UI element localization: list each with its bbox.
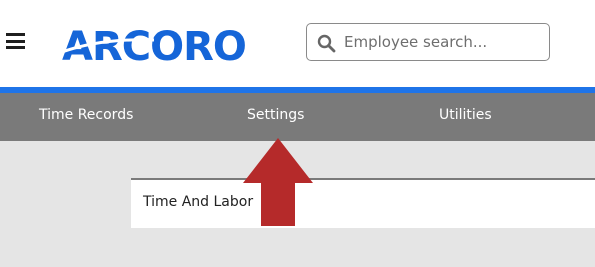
nav-utilities[interactable]: Utilities — [439, 93, 492, 141]
search-icon — [317, 34, 336, 53]
arcoro-logo[interactable]: ARCORO — [62, 22, 264, 64]
app-header: ARCORO — [0, 0, 595, 87]
panel-title: Time And Labor — [143, 194, 254, 210]
employee-search-input[interactable] — [344, 24, 544, 60]
nav-time-records[interactable]: Time Records — [39, 93, 133, 141]
main-nav: Time Records Settings Utilities — [0, 93, 595, 141]
time-and-labor-panel[interactable]: Time And Labor — [131, 178, 595, 228]
hamburger-icon[interactable] — [6, 33, 25, 49]
nav-settings[interactable]: Settings — [247, 93, 304, 141]
employee-search-box[interactable] — [306, 23, 550, 61]
